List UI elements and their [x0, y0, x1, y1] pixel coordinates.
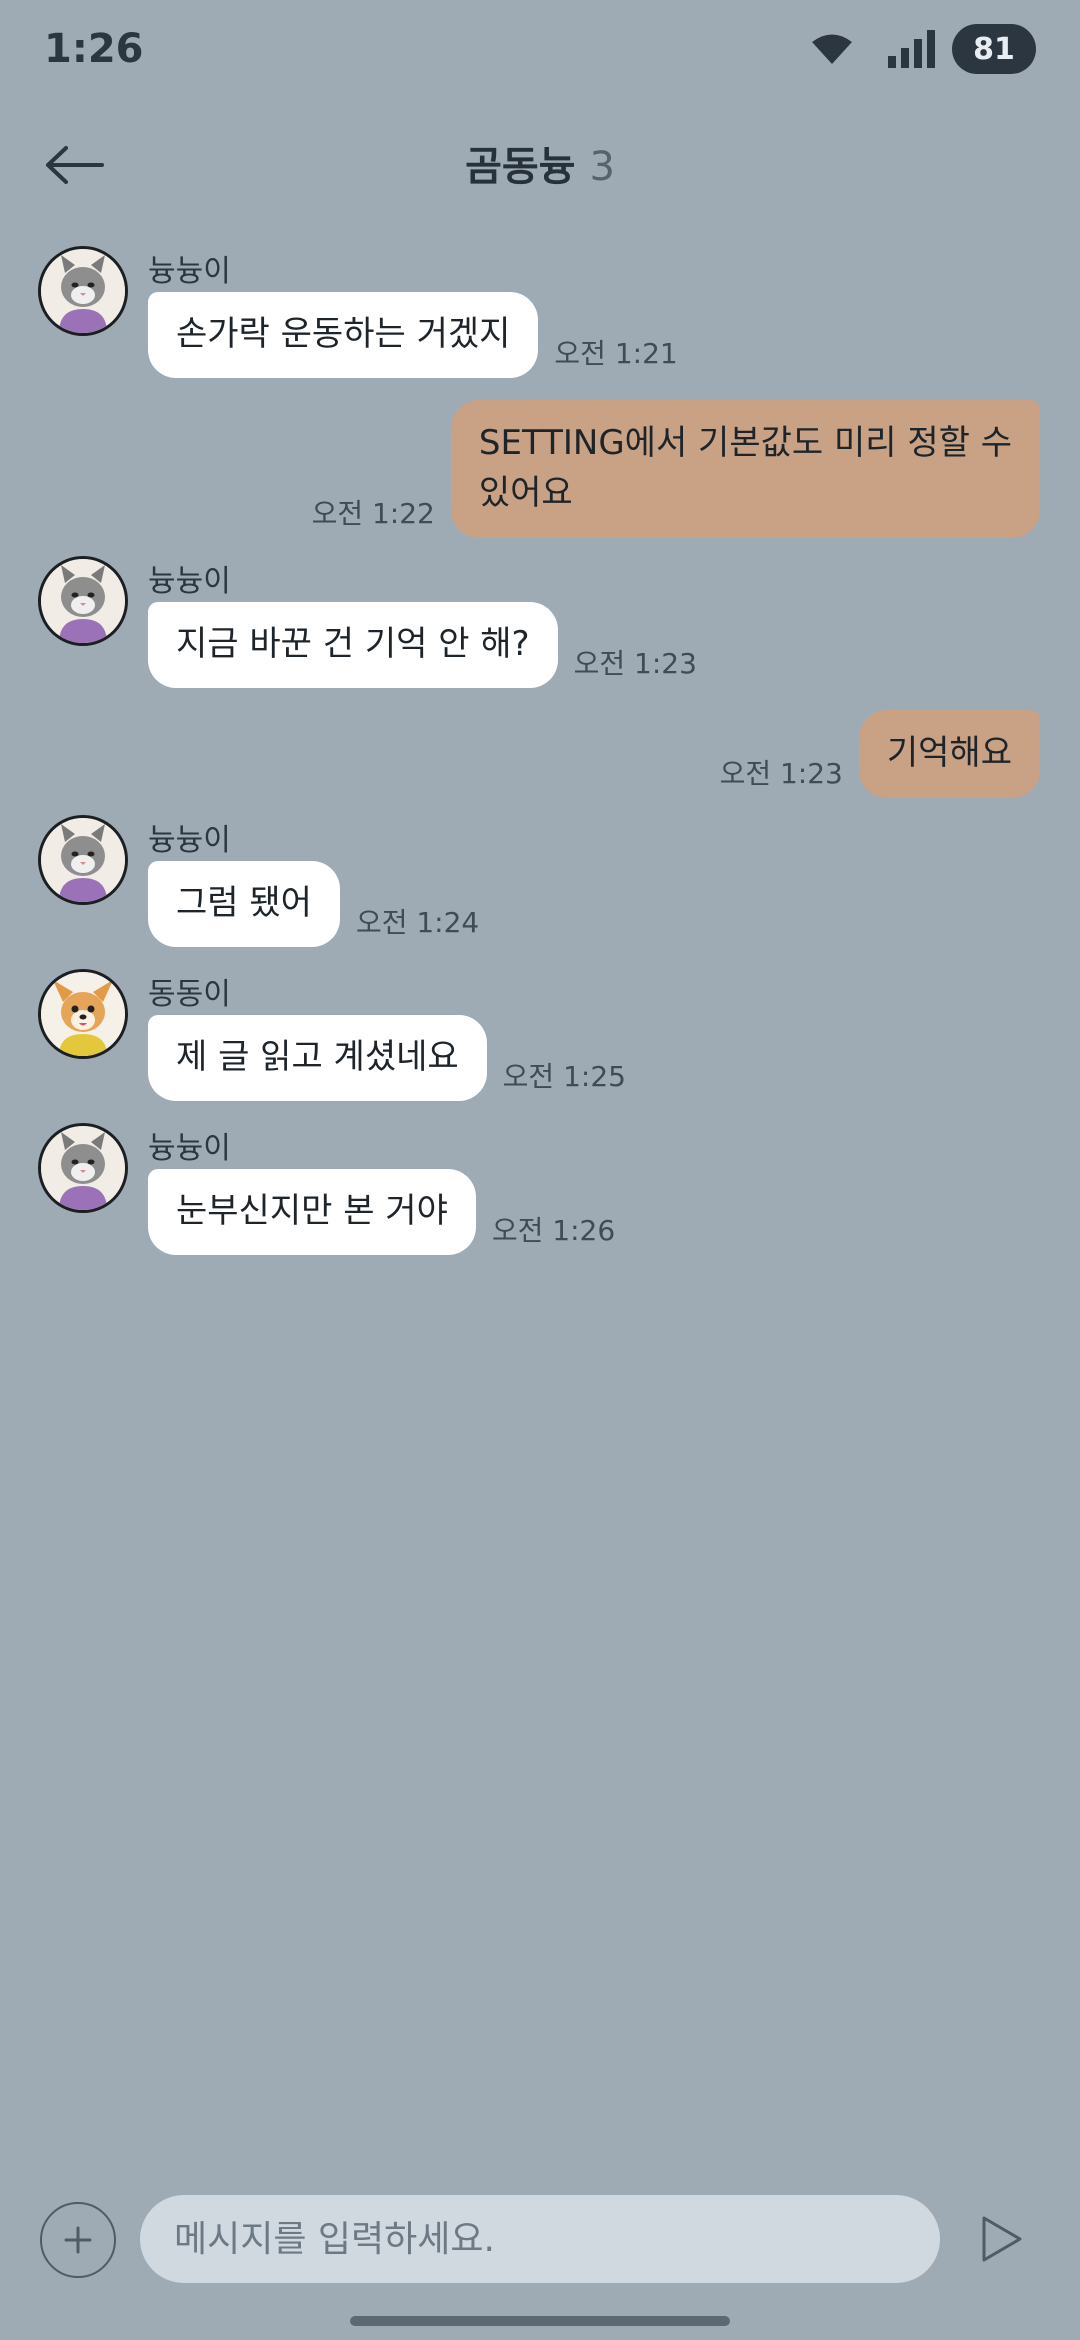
message-bubble[interactable]: 지금 바꾼 건 기억 안 해?	[148, 602, 558, 688]
plus-icon	[64, 2226, 92, 2254]
message-time: 오전 1:25	[502, 1060, 626, 1093]
bubble-row: 제 글 읽고 계셨네요 오전 1:25	[148, 1015, 626, 1101]
my-message-bubble[interactable]: 기억해요	[858, 710, 1040, 798]
my-message-bubble[interactable]: SETTING에서 기본값도 미리 정할 수 있어요	[450, 400, 1040, 538]
sender-name: 동동이	[148, 977, 231, 1012]
chat-screen: 1:26 81 곰동늉 3 늉늉이 손가락 운동하는 거겠지 오전 1:21 오…	[0, 0, 1080, 2340]
bubble-row: 지금 바꾼 건 기억 안 해? 오전 1:23	[148, 602, 697, 688]
status-icons: 81	[810, 24, 1036, 74]
chat-header: 곰동늉 3	[0, 110, 1080, 220]
sender-name: 늉늉이	[148, 1131, 231, 1166]
bubble-row: 그럼 됐어 오전 1:24	[148, 861, 479, 947]
sender-name: 늉늉이	[148, 823, 231, 858]
status-bar: 1:26 81	[0, 0, 1080, 100]
message-time: 오전 1:26	[491, 1214, 616, 1247]
message-text-line: SETTING에서 기본값도 미리 정할 수	[478, 423, 1012, 463]
message-time: 오전 1:22	[311, 497, 435, 530]
home-indicator[interactable]	[350, 2316, 730, 2326]
bubble-row: 손가락 운동하는 거겠지 오전 1:21	[148, 292, 678, 378]
chat-title: 곰동늉	[465, 144, 576, 190]
my-message-item: 오전 1:23 기억해요	[720, 710, 1040, 798]
sender-name: 늉늉이	[148, 254, 231, 289]
cat-avatar[interactable]	[38, 1123, 128, 1213]
message-text-line: 있어요	[478, 473, 573, 513]
message-time: 오전 1:21	[554, 337, 678, 370]
cat-avatar[interactable]	[38, 556, 128, 646]
message-input[interactable]	[140, 2195, 940, 2283]
message-time: 오전 1:23	[719, 757, 843, 790]
message-bubble[interactable]: 눈부신지만 본 거야	[148, 1169, 476, 1255]
wifi-icon	[812, 34, 852, 64]
message-input-bar	[0, 2190, 1080, 2290]
member-count: 3	[589, 144, 615, 190]
message-time: 오전 1:23	[573, 647, 697, 680]
cat-avatar[interactable]	[38, 815, 128, 905]
send-icon[interactable]	[978, 2214, 1026, 2264]
sender-name: 늉늉이	[148, 564, 231, 599]
battery-indicator: 81	[952, 24, 1036, 74]
message-bubble[interactable]: 그럼 됐어	[148, 861, 340, 947]
signal-icon	[888, 30, 935, 68]
bubble-row: 눈부신지만 본 거야 오전 1:26	[148, 1169, 615, 1255]
add-button[interactable]	[40, 2202, 116, 2278]
message-time: 오전 1:24	[355, 906, 480, 939]
chat-title-group: 곰동늉 3	[0, 134, 1080, 192]
message-bubble[interactable]: 제 글 읽고 계셨네요	[148, 1015, 487, 1101]
status-time: 1:26	[44, 26, 144, 72]
my-message-item: 오전 1:22 SETTING에서 기본값도 미리 정할 수 있어요	[312, 400, 1040, 538]
message-bubble[interactable]: 손가락 운동하는 거겠지	[148, 292, 539, 378]
cat-avatar[interactable]	[38, 246, 128, 336]
dog-avatar[interactable]	[38, 969, 128, 1059]
